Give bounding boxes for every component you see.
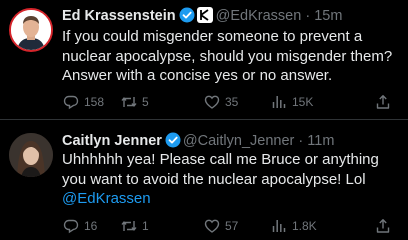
reply-icon (62, 93, 80, 111)
views-icon (270, 93, 288, 111)
like-icon (203, 217, 221, 235)
like-button[interactable]: 35 (203, 93, 238, 111)
like-count: 57 (225, 219, 239, 233)
reply-icon (62, 217, 80, 235)
views-icon (270, 217, 288, 235)
tweet-ed-krassenstein[interactable]: Ed Krassenstein @EdKrassen · 15m If you c… (0, 0, 408, 120)
like-icon (203, 93, 221, 111)
reply-count: 158 (84, 95, 105, 109)
mention-link[interactable]: @EdKrassen (62, 190, 151, 207)
timestamp[interactable]: 15m (314, 8, 342, 24)
separator-dot: · (298, 133, 304, 149)
tweet-caitlyn-jenner[interactable]: Caitlyn Jenner @Caitlyn_Jenner · 11m Uhhh… (0, 120, 408, 240)
author-handle[interactable]: @Caitlyn_Jenner (183, 133, 294, 149)
views-count: 15K (292, 95, 314, 109)
views-button[interactable]: 1.8K (270, 217, 317, 235)
reply-button[interactable]: 158 (62, 93, 104, 111)
tweet-text: Uhhhhhh yea! Please call me Bruce or any… (62, 151, 379, 188)
like-count: 35 (225, 95, 239, 109)
separator-dot: · (305, 8, 311, 24)
share-button[interactable] (374, 217, 396, 235)
author-handle[interactable]: @EdKrassen (216, 8, 302, 24)
views-button[interactable]: 15K (270, 93, 313, 111)
tweet-header: Ed Krassenstein @EdKrassen · 15m (62, 7, 342, 25)
retweet-count: 5 (142, 95, 149, 109)
author-name[interactable]: Ed Krassenstein (62, 8, 176, 24)
author-name[interactable]: Caitlyn Jenner (62, 133, 162, 149)
x-grok-icon (196, 7, 213, 23)
tweet-header: Caitlyn Jenner @Caitlyn_Jenner · 11m (62, 132, 334, 150)
tweet-text: If you could misgender someone to preven… (62, 28, 393, 84)
avatar[interactable] (9, 133, 53, 177)
views-count: 1.8K (292, 219, 317, 233)
verified-badge-icon (179, 7, 195, 23)
retweet-icon (120, 217, 138, 235)
action-bar: 158 5 35 15K (62, 93, 402, 111)
share-icon (374, 93, 392, 111)
reply-button[interactable]: 16 (62, 217, 97, 235)
share-button[interactable] (374, 93, 396, 111)
retweet-button[interactable]: 5 (120, 93, 149, 111)
like-button[interactable]: 57 (203, 217, 238, 235)
share-icon (374, 217, 392, 235)
retweet-count: 1 (142, 219, 149, 233)
avatar[interactable] (9, 8, 53, 52)
retweet-icon (120, 93, 138, 111)
timestamp[interactable]: 11m (307, 133, 334, 149)
action-bar: 16 1 57 1.8K (62, 217, 402, 235)
tweet-text-container: Uhhhhhh yea! Please call me Bruce or any… (62, 150, 402, 209)
verified-badge-icon (165, 132, 181, 148)
reply-count: 16 (84, 219, 98, 233)
retweet-button[interactable]: 1 (120, 217, 149, 235)
